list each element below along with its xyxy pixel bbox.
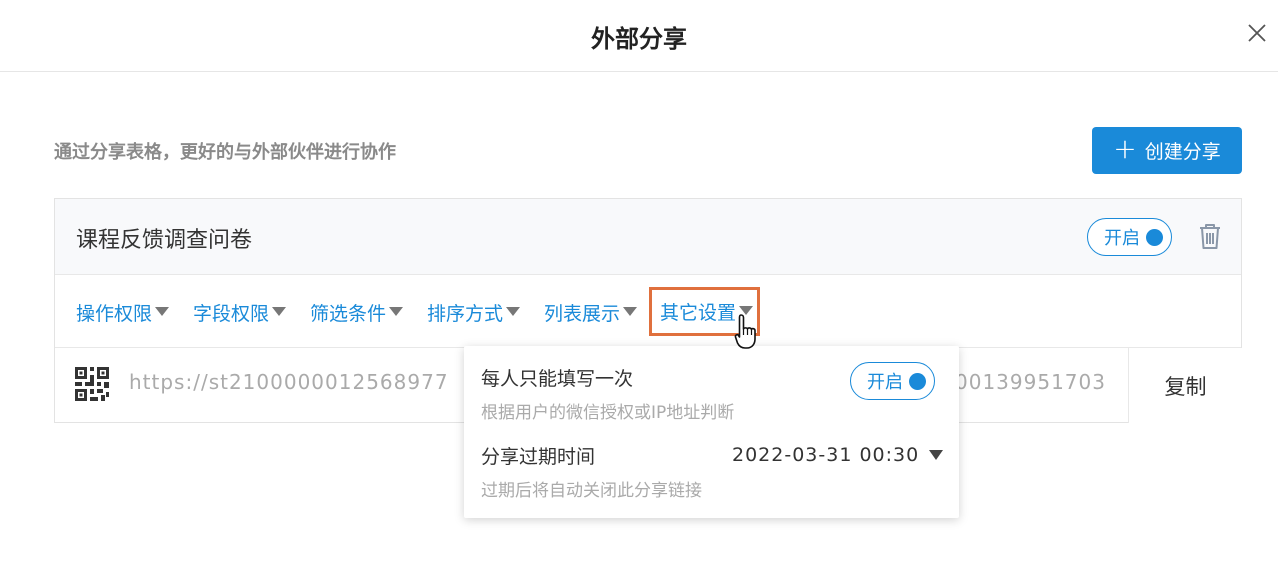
- toggle-dot-icon: [909, 372, 926, 390]
- share-name: 课程反馈调查问卷: [76, 228, 253, 253]
- hand-pointer-icon: [734, 314, 756, 349]
- caret-down-icon: [155, 307, 170, 316]
- once-only-toggle[interactable]: 开启: [850, 362, 935, 400]
- tab-operation-permission[interactable]: 操作权限: [76, 299, 170, 326]
- caret-down-icon: [623, 307, 638, 316]
- expire-time-select[interactable]: 2022-03-31 00:30: [732, 444, 944, 466]
- create-share-label: 创建分享: [1144, 141, 1221, 163]
- tab-filter[interactable]: 筛选条件: [310, 299, 404, 326]
- tab-field-permission[interactable]: 字段权限: [193, 299, 287, 326]
- tab-label: 列表展示: [544, 303, 621, 325]
- intro-text: 通过分享表格，更好的与外部伙伴进行协作: [54, 142, 396, 163]
- tab-label: 排序方式: [427, 303, 504, 325]
- close-icon[interactable]: [1246, 22, 1268, 44]
- share-card-header: 课程反馈调查问卷 开启: [55, 199, 1241, 275]
- once-only-desc: 根据用户的微信授权或IP地址判断: [481, 403, 735, 423]
- tab-label: 操作权限: [76, 303, 153, 325]
- create-share-button[interactable]: + 创建分享: [1092, 127, 1242, 174]
- caret-down-icon: [506, 307, 521, 316]
- trash-icon[interactable]: [1198, 223, 1222, 250]
- caret-down-icon: [272, 307, 287, 316]
- share-url-tail: 00139951703: [955, 370, 1106, 394]
- tab-label: 筛选条件: [310, 303, 387, 325]
- copy-button[interactable]: 复制: [1128, 348, 1242, 423]
- once-only-status: 开启: [867, 372, 903, 393]
- expire-time-desc: 过期后将自动关闭此分享链接: [481, 481, 702, 501]
- expire-time-title: 分享过期时间: [481, 446, 596, 468]
- dialog-header: 外部分享: [0, 0, 1278, 72]
- share-status-toggle[interactable]: 开启: [1087, 218, 1172, 256]
- tab-sort[interactable]: 排序方式: [427, 299, 521, 326]
- plus-icon: +: [1113, 132, 1137, 165]
- tab-label: 其它设置: [660, 302, 737, 324]
- expire-time-value: 2022-03-31 00:30: [732, 444, 920, 466]
- share-settings-tabs: 操作权限 字段权限 筛选条件 排序方式 列表展示 其它设置: [55, 275, 1241, 348]
- qr-code-icon[interactable]: [75, 367, 109, 401]
- toggle-dot-icon: [1146, 228, 1163, 246]
- share-url[interactable]: https://st2100000012568977: [129, 370, 449, 394]
- tab-list-display[interactable]: 列表展示: [544, 299, 638, 326]
- caret-down-icon: [929, 450, 944, 460]
- caret-down-icon: [389, 307, 404, 316]
- share-status-label: 开启: [1104, 228, 1140, 249]
- tab-label: 字段权限: [193, 303, 270, 325]
- once-only-title: 每人只能填写一次: [481, 368, 634, 390]
- other-settings-popup: 每人只能填写一次 开启 根据用户的微信授权或IP地址判断 分享过期时间 2022…: [464, 346, 959, 518]
- dialog-title: 外部分享: [591, 25, 687, 53]
